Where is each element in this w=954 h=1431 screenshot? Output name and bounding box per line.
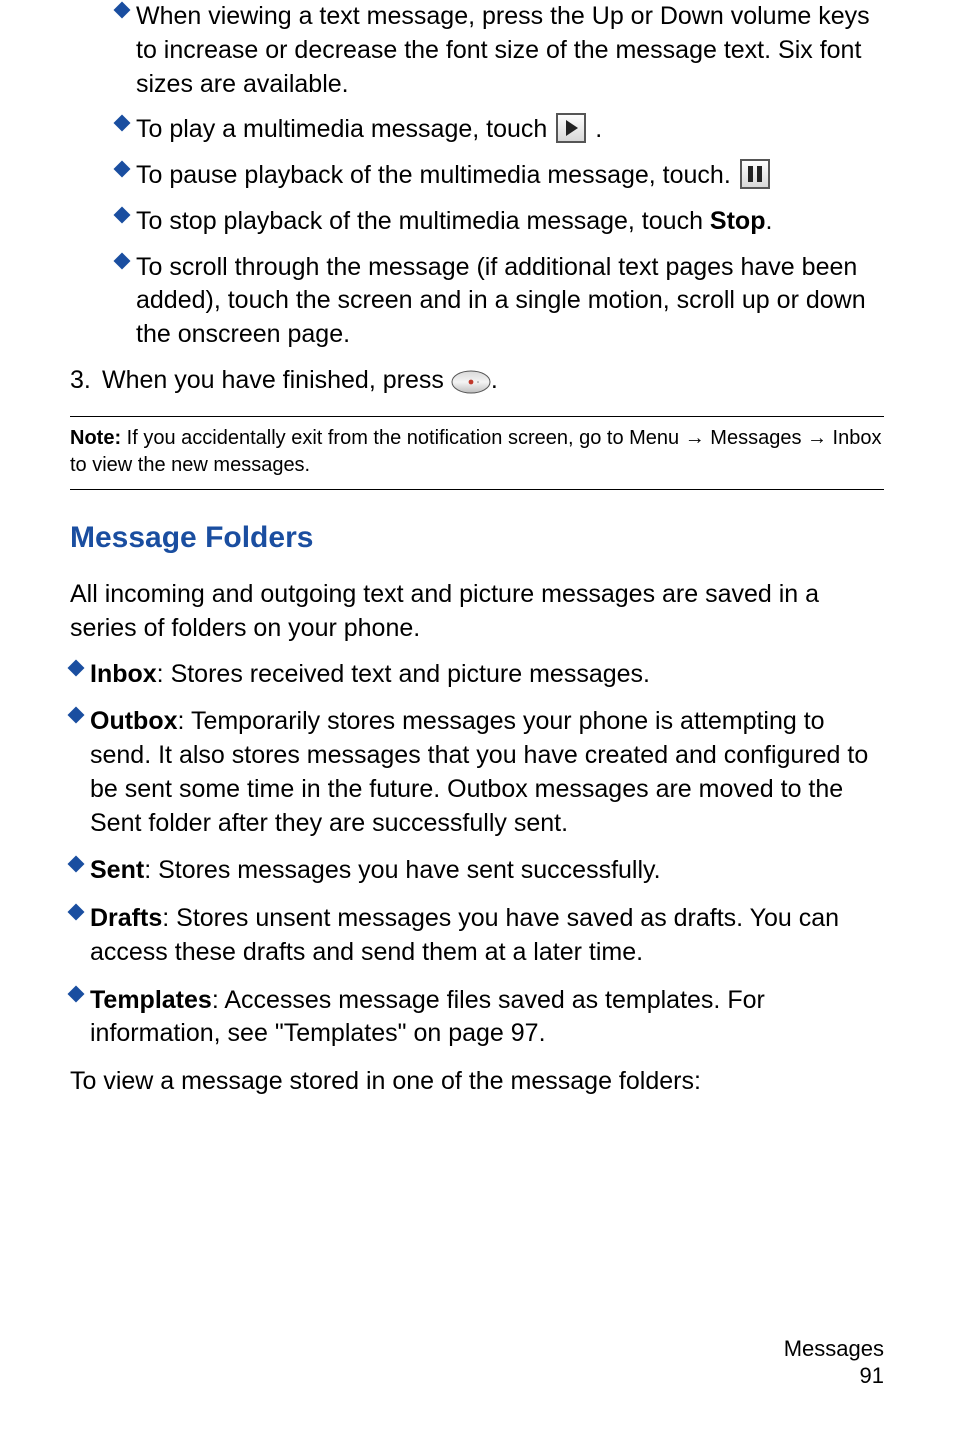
diamond-icon bbox=[114, 115, 131, 132]
arrow-icon: → bbox=[807, 427, 827, 449]
folder-name: Outbox bbox=[90, 707, 178, 735]
folder-name: Drafts bbox=[90, 904, 162, 932]
diamond-icon bbox=[68, 985, 85, 1002]
bullet-text: To stop playback of the multimedia messa… bbox=[136, 205, 884, 239]
diamond-icon bbox=[114, 161, 131, 178]
note-label: Note: bbox=[70, 427, 121, 449]
sub-bullet-item: When viewing a text message, press the U… bbox=[116, 0, 884, 101]
folder-desc: : Stores received text and picture messa… bbox=[157, 660, 650, 688]
diamond-icon bbox=[68, 707, 85, 724]
diamond-icon bbox=[68, 904, 85, 921]
folder-name: Sent bbox=[90, 856, 144, 884]
end-key-icon bbox=[451, 370, 491, 394]
step-suffix: . bbox=[491, 366, 498, 394]
numbered-step: 3. When you have finished, press bbox=[70, 364, 884, 398]
folder-item-drafts: Drafts: Stores unsent messages you have … bbox=[70, 902, 884, 970]
folder-item-inbox: Inbox: Stores received text and picture … bbox=[70, 658, 884, 692]
folder-text: Drafts: Stores unsent messages you have … bbox=[90, 902, 884, 970]
folder-name: Inbox bbox=[90, 660, 157, 688]
note: Note: If you accidentally exit from the … bbox=[70, 417, 884, 489]
bullet-text: When viewing a text message, press the U… bbox=[136, 0, 884, 101]
folder-desc: : Temporarily stores messages your phone… bbox=[90, 707, 868, 836]
bullet-text: To scroll through the message (if additi… bbox=[136, 251, 884, 352]
note-text-1: If you accidentally exit from the notifi… bbox=[121, 427, 685, 449]
arrow-icon: → bbox=[685, 427, 705, 449]
bullet-suffix: . bbox=[595, 115, 602, 143]
folder-item-outbox: Outbox: Temporarily stores messages your… bbox=[70, 705, 884, 840]
page: When viewing a text message, press the U… bbox=[0, 0, 954, 1431]
folder-desc: : Stores unsent messages you have saved … bbox=[90, 904, 839, 966]
bullet-prefix: To stop playback of the multimedia messa… bbox=[136, 207, 710, 235]
bullet-text: To play a multimedia message, touch . bbox=[136, 113, 884, 147]
sub-bullet-item: To scroll through the message (if additi… bbox=[116, 251, 884, 352]
folder-text: Inbox: Stores received text and picture … bbox=[90, 658, 884, 692]
folder-desc: : Stores messages you have sent successf… bbox=[144, 856, 660, 884]
pause-icon bbox=[740, 159, 770, 189]
sub-bullet-item: To stop playback of the multimedia messa… bbox=[116, 205, 884, 239]
footer-page-number: 91 bbox=[784, 1363, 884, 1389]
diamond-icon bbox=[68, 856, 85, 873]
folder-item-templates: Templates: Accesses message files saved … bbox=[70, 984, 884, 1052]
diamond-icon bbox=[68, 659, 85, 676]
content: When viewing a text message, press the U… bbox=[70, 0, 884, 1099]
diamond-icon bbox=[114, 206, 131, 223]
step-prefix: When you have finished, press bbox=[102, 366, 451, 394]
bullet-prefix: To play a multimedia message, touch bbox=[136, 115, 554, 143]
section-title: Message Folders bbox=[70, 518, 884, 559]
sub-bullet-list: When viewing a text message, press the U… bbox=[70, 0, 884, 352]
folder-item-sent: Sent: Stores messages you have sent succ… bbox=[70, 854, 884, 888]
folder-list: Inbox: Stores received text and picture … bbox=[70, 658, 884, 1052]
folder-text: Sent: Stores messages you have sent succ… bbox=[90, 854, 884, 888]
intro-paragraph: All incoming and outgoing text and pictu… bbox=[70, 578, 884, 646]
bullet-text: To pause playback of the multimedia mess… bbox=[136, 159, 884, 193]
footer-section: Messages bbox=[784, 1336, 884, 1362]
note-text-2: Messages bbox=[705, 427, 807, 449]
divider bbox=[70, 489, 884, 490]
diamond-icon bbox=[114, 252, 131, 269]
play-icon bbox=[556, 113, 586, 143]
bullet-suffix: . bbox=[765, 207, 772, 235]
bullet-prefix: To pause playback of the multimedia mess… bbox=[136, 161, 731, 189]
folder-text: Templates: Accesses message files saved … bbox=[90, 984, 884, 1052]
step-number: 3. bbox=[70, 364, 102, 398]
sub-bullet-item: To play a multimedia message, touch . bbox=[116, 113, 884, 147]
diamond-icon bbox=[114, 2, 131, 19]
page-footer: Messages 91 bbox=[784, 1336, 884, 1389]
closing-paragraph: To view a message stored in one of the m… bbox=[70, 1065, 884, 1099]
folder-name: Templates bbox=[90, 986, 212, 1014]
folder-text: Outbox: Temporarily stores messages your… bbox=[90, 705, 884, 840]
sub-bullet-item: To pause playback of the multimedia mess… bbox=[116, 159, 884, 193]
step-text: When you have finished, press bbox=[102, 364, 498, 398]
bullet-strong: Stop bbox=[710, 207, 766, 235]
